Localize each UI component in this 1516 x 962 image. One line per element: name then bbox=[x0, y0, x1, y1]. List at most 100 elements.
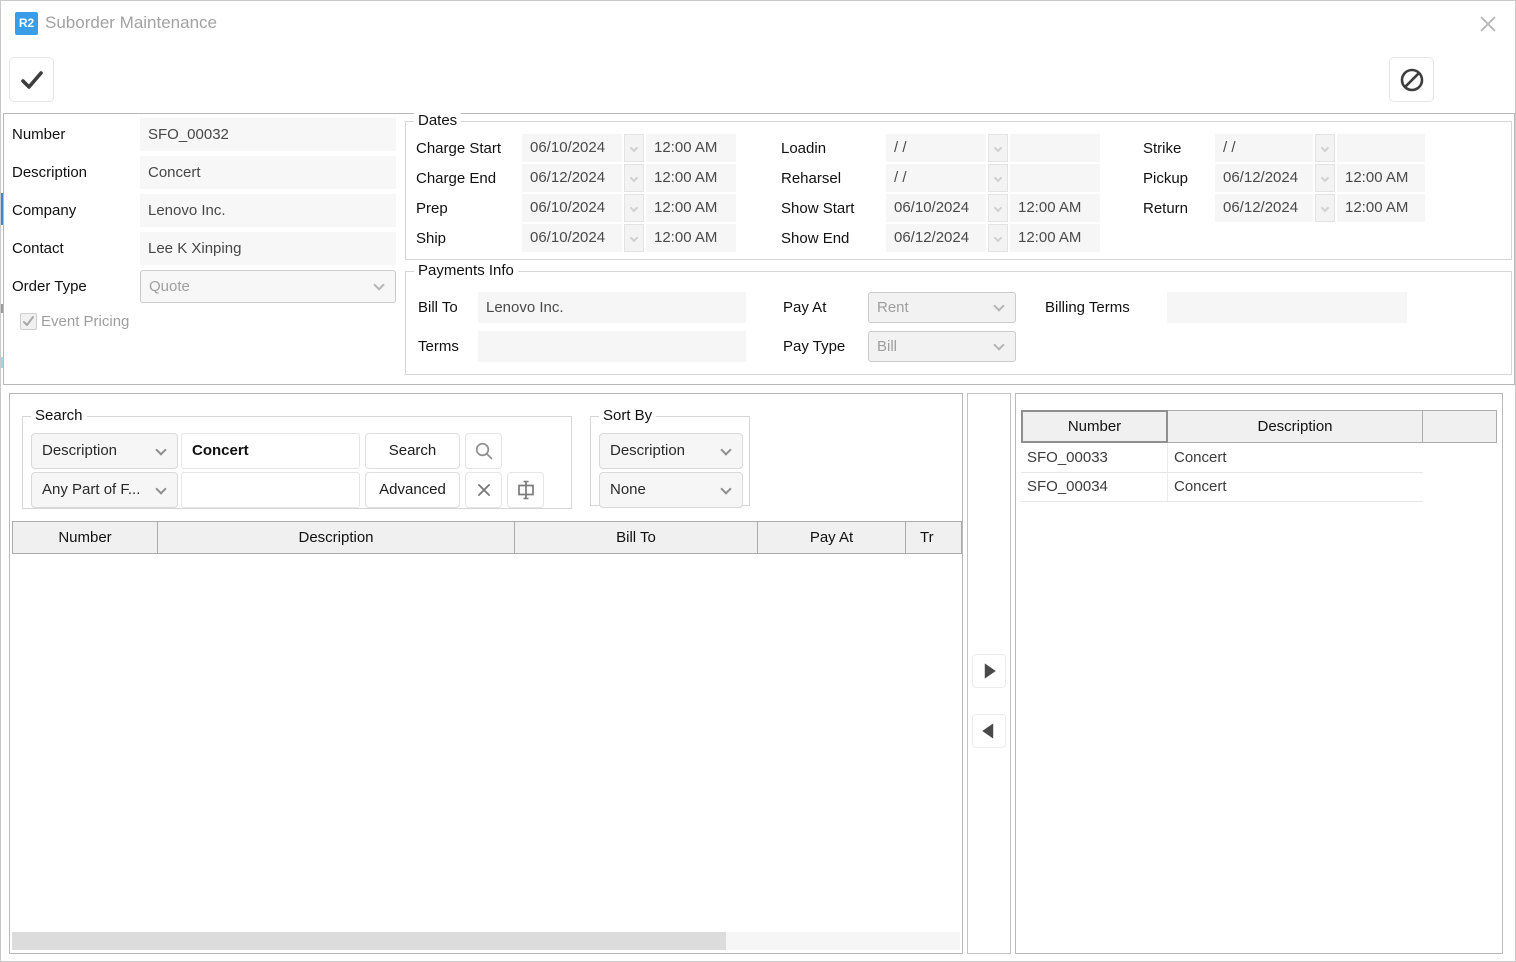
chevron-down-icon bbox=[630, 174, 638, 182]
column-header-tr[interactable]: Tr bbox=[906, 521, 962, 554]
column-split-icon bbox=[514, 478, 538, 502]
order-type-value: Quote bbox=[149, 278, 190, 295]
show-start-date-input[interactable]: 06/10/2024 bbox=[886, 194, 986, 222]
cancel-button[interactable] bbox=[1389, 57, 1434, 102]
pay-at-select[interactable]: Rent bbox=[868, 292, 1016, 323]
calendar-dropdown-button[interactable] bbox=[988, 224, 1008, 252]
column-header-description[interactable]: Description bbox=[1168, 410, 1423, 443]
reharsel-date-input[interactable]: / / bbox=[886, 164, 986, 192]
return-date-input[interactable]: 06/12/2024 bbox=[1215, 194, 1313, 222]
pickup-time-input[interactable]: 12:00 AM bbox=[1337, 164, 1425, 192]
search-groupbox: Search Description Concert Search Any P bbox=[22, 416, 572, 509]
show-end-time-input[interactable]: 12:00 AM bbox=[1010, 224, 1100, 252]
bill-to-label: Bill To bbox=[418, 299, 478, 316]
terms-field[interactable] bbox=[478, 331, 746, 362]
calendar-dropdown-button[interactable] bbox=[624, 134, 644, 162]
calendar-dropdown-button[interactable] bbox=[988, 134, 1008, 162]
chevron-down-icon bbox=[994, 144, 1002, 152]
calendar-dropdown-button[interactable] bbox=[988, 164, 1008, 192]
table-row[interactable]: SFO_00034 Concert bbox=[1021, 473, 1423, 502]
clear-search-button[interactable] bbox=[465, 472, 502, 508]
charge-start-time-input[interactable]: 12:00 AM bbox=[646, 134, 736, 162]
charge-end-date-input[interactable]: 06/12/2024 bbox=[522, 164, 622, 192]
loadin-date-input[interactable]: / / bbox=[886, 134, 986, 162]
show-end-date-input[interactable]: 06/12/2024 bbox=[886, 224, 986, 252]
checkmark-icon bbox=[22, 315, 35, 328]
date-row-ship: Ship 06/10/2024 12:00 AM bbox=[416, 224, 736, 252]
scrollbar-thumb[interactable] bbox=[12, 932, 726, 950]
pay-type-row: Pay Type Bill bbox=[783, 331, 1016, 362]
move-left-button[interactable] bbox=[972, 714, 1006, 748]
show-start-time-input[interactable]: 12:00 AM bbox=[1010, 194, 1100, 222]
column-header-number[interactable]: Number bbox=[1021, 410, 1168, 443]
search-field-select[interactable]: Description bbox=[31, 433, 178, 469]
charge-start-date-input[interactable]: 06/10/2024 bbox=[522, 134, 622, 162]
strike-time-input[interactable] bbox=[1337, 134, 1425, 162]
column-header-number[interactable]: Number bbox=[12, 521, 158, 554]
prep-label: Prep bbox=[416, 200, 522, 217]
titlebar: R2 Suborder Maintenance bbox=[1, 1, 1515, 47]
suborders-table-header: Number Description Bill To Pay At Tr bbox=[12, 521, 962, 554]
payments-column-2: Pay At Rent Pay Type Bill bbox=[783, 292, 1016, 370]
calendar-dropdown-button[interactable] bbox=[1315, 194, 1335, 222]
date-row-charge-start: Charge Start 06/10/2024 12:00 AM bbox=[416, 134, 736, 162]
transfer-strip bbox=[967, 393, 1011, 954]
date-row-return: Return 06/12/2024 12:00 AM bbox=[1143, 194, 1425, 222]
company-field[interactable]: Lenovo Inc. bbox=[140, 194, 396, 227]
ship-time-input[interactable]: 12:00 AM bbox=[646, 224, 736, 252]
event-pricing-checkbox[interactable] bbox=[20, 313, 37, 330]
order-type-select[interactable]: Quote bbox=[140, 270, 396, 303]
sort-primary-select[interactable]: Description bbox=[599, 433, 743, 469]
column-header-bill-to[interactable]: Bill To bbox=[515, 521, 758, 554]
chevron-down-icon bbox=[993, 339, 1004, 350]
ship-date-input[interactable]: 06/10/2024 bbox=[522, 224, 622, 252]
search-match-select[interactable]: Any Part of F... bbox=[31, 472, 178, 508]
search-icon-button[interactable] bbox=[465, 433, 502, 469]
confirm-button[interactable] bbox=[9, 57, 54, 102]
billing-terms-field[interactable] bbox=[1167, 292, 1407, 323]
advanced-button[interactable]: Advanced bbox=[365, 472, 460, 508]
search-query-input[interactable]: Concert bbox=[181, 433, 360, 469]
terms-label: Terms bbox=[418, 338, 478, 355]
pay-type-select[interactable]: Bill bbox=[868, 331, 1016, 362]
return-time-input[interactable]: 12:00 AM bbox=[1337, 194, 1425, 222]
calendar-dropdown-button[interactable] bbox=[624, 194, 644, 222]
column-header-blank[interactable] bbox=[1423, 410, 1497, 443]
pickup-label: Pickup bbox=[1143, 170, 1215, 187]
loadin-time-input[interactable] bbox=[1010, 134, 1100, 162]
number-field[interactable]: SFO_00032 bbox=[140, 118, 396, 151]
date-row-charge-end: Charge End 06/12/2024 12:00 AM bbox=[416, 164, 736, 192]
sort-primary-value: Description bbox=[610, 442, 685, 459]
chevron-down-icon bbox=[994, 234, 1002, 242]
x-icon bbox=[476, 482, 492, 498]
date-row-strike: Strike / / bbox=[1143, 134, 1425, 162]
pickup-date-input[interactable]: 06/12/2024 bbox=[1215, 164, 1313, 192]
date-row-reharsel: Reharsel / / bbox=[781, 164, 1100, 192]
reharsel-time-input[interactable] bbox=[1010, 164, 1100, 192]
search-query2-input[interactable] bbox=[181, 472, 360, 508]
column-header-description[interactable]: Description bbox=[158, 521, 515, 554]
column-header-pay-at[interactable]: Pay At bbox=[758, 521, 906, 554]
search-button[interactable]: Search bbox=[365, 433, 460, 469]
move-right-button[interactable] bbox=[972, 654, 1006, 688]
column-layout-button[interactable] bbox=[507, 472, 544, 508]
calendar-dropdown-button[interactable] bbox=[1315, 134, 1335, 162]
close-icon[interactable] bbox=[1477, 13, 1499, 35]
calendar-dropdown-button[interactable] bbox=[988, 194, 1008, 222]
calendar-dropdown-button[interactable] bbox=[1315, 164, 1335, 192]
charge-end-time-input[interactable]: 12:00 AM bbox=[646, 164, 736, 192]
strike-date-input[interactable]: / / bbox=[1215, 134, 1313, 162]
prep-date-input[interactable]: 06/10/2024 bbox=[522, 194, 622, 222]
contact-field[interactable]: Lee K Xinping bbox=[140, 232, 396, 265]
calendar-dropdown-button[interactable] bbox=[624, 224, 644, 252]
chevron-down-icon bbox=[630, 204, 638, 212]
charge-start-label: Charge Start bbox=[416, 140, 522, 157]
table-row[interactable]: SFO_00033 Concert bbox=[1021, 444, 1423, 473]
bill-to-field[interactable]: Lenovo Inc. bbox=[478, 292, 746, 323]
calendar-dropdown-button[interactable] bbox=[624, 164, 644, 192]
prep-time-input[interactable]: 12:00 AM bbox=[646, 194, 736, 222]
sort-secondary-select[interactable]: None bbox=[599, 472, 743, 508]
horizontal-scrollbar[interactable] bbox=[12, 932, 960, 950]
prohibition-icon bbox=[1398, 66, 1426, 94]
description-field[interactable]: Concert bbox=[140, 156, 396, 189]
